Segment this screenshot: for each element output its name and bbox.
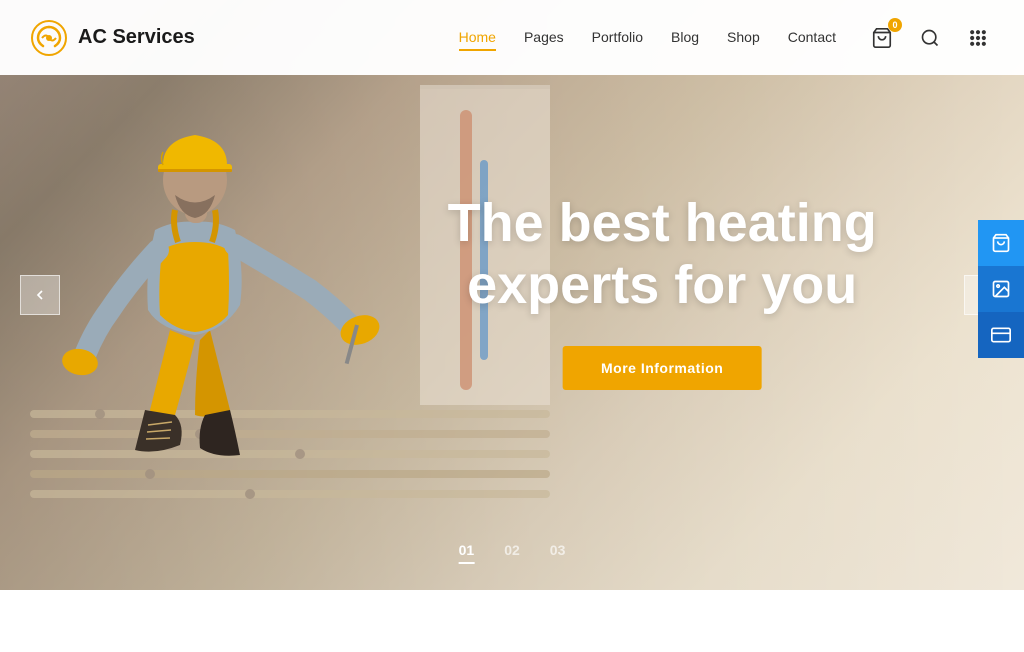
- sidebar-image-button[interactable]: [978, 266, 1024, 312]
- header-icons: 0: [866, 22, 994, 54]
- nav-pages[interactable]: Pages: [524, 29, 564, 47]
- logo-text: AC Services: [78, 26, 195, 49]
- hero-content: The best heating experts for you More In…: [448, 192, 877, 390]
- sidebar-image-icon: [991, 279, 1011, 299]
- cart-badge: 0: [888, 18, 902, 32]
- slide-indicator-2[interactable]: 02: [504, 542, 520, 562]
- cart-button[interactable]: 0: [866, 22, 898, 54]
- sidebar-cart-icon: [991, 233, 1011, 253]
- slide-indicators: 01 02 03: [459, 542, 566, 562]
- sidebar-cart-button[interactable]: [978, 220, 1024, 266]
- slider-prev-button[interactable]: [20, 275, 60, 315]
- cta-button[interactable]: More Information: [563, 346, 761, 390]
- nav-contact[interactable]: Contact: [788, 29, 836, 47]
- slide-indicator-3[interactable]: 03: [550, 542, 566, 562]
- sidebar-card-button[interactable]: [978, 312, 1024, 358]
- nav-blog[interactable]: Blog: [671, 29, 699, 47]
- sidebar-icons: [978, 220, 1024, 358]
- grid-icon: [968, 28, 988, 48]
- nav-shop[interactable]: Shop: [727, 29, 760, 47]
- below-hero-area: [0, 590, 1024, 652]
- sidebar-card-icon: [991, 325, 1011, 345]
- main-nav: Home Pages Portfolio Blog Shop Contact: [459, 29, 836, 47]
- slide-indicator-1[interactable]: 01: [459, 542, 475, 562]
- nav-portfolio[interactable]: Portfolio: [592, 29, 643, 47]
- hero-section: The best heating experts for you More In…: [0, 0, 1024, 590]
- grid-button[interactable]: [962, 22, 994, 54]
- logo-icon: [30, 19, 68, 57]
- hero-title: The best heating experts for you: [448, 192, 877, 316]
- search-icon: [920, 28, 940, 48]
- nav-home[interactable]: Home: [459, 29, 496, 47]
- chevron-left-icon: [32, 287, 48, 303]
- header: AC Services Home Pages Portfolio Blog Sh…: [0, 0, 1024, 75]
- logo-area: AC Services: [30, 19, 195, 57]
- search-button[interactable]: [914, 22, 946, 54]
